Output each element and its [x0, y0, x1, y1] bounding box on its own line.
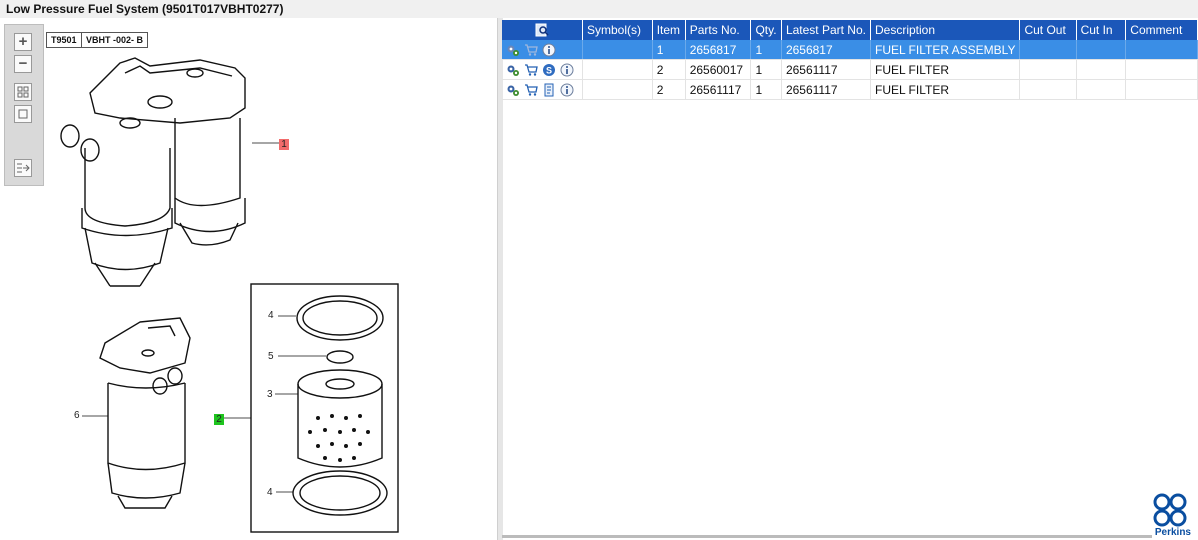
callout-4-top: 4 — [268, 310, 274, 321]
column-header-cut-in[interactable]: Cut In — [1076, 20, 1127, 40]
cell-cut-in — [1076, 40, 1127, 60]
cell-item: 2 — [652, 59, 686, 80]
callout-3: 3 — [267, 389, 273, 400]
minus-icon: − — [18, 55, 28, 72]
cell-parts-no: 26560017 — [685, 59, 752, 80]
cell-description: FUEL FILTER ASSEMBLY — [870, 40, 1021, 60]
cell-item: 1 — [652, 40, 686, 60]
cart-icon[interactable] — [524, 63, 538, 77]
fit-view-button[interactable] — [14, 83, 32, 101]
title-bar: Low Pressure Fuel System (9501T017VBHT02… — [0, 0, 1198, 18]
cell-comment — [1125, 40, 1198, 60]
page-title: Low Pressure Fuel System (9501T017VBHT02… — [6, 2, 284, 16]
table-row[interactable]: 1 2656817 1 2656817 FUEL FILTER ASSEMBLY — [502, 40, 1198, 60]
cell-description: FUEL FILTER — [870, 79, 1021, 100]
column-header-tools[interactable] — [502, 20, 583, 40]
zoom-out-button[interactable]: − — [14, 55, 32, 73]
document-icon[interactable] — [542, 83, 556, 97]
cell-symbols — [582, 79, 653, 100]
drawing-code-tag: VBHT -002- B — [81, 32, 149, 48]
cell-cut-out — [1019, 59, 1077, 80]
cell-qty: 1 — [750, 79, 782, 100]
hotspot-item-2[interactable]: 2 — [214, 414, 224, 425]
drawing-toolbar: + − — [4, 24, 44, 186]
cell-symbols — [582, 59, 653, 80]
cell-cut-in — [1076, 79, 1127, 100]
callout-5: 5 — [268, 351, 274, 362]
horizontal-scrollbar[interactable] — [502, 535, 1152, 538]
cell-symbols — [582, 40, 653, 60]
actual-size-button[interactable] — [14, 105, 32, 123]
svg-text:S: S — [546, 65, 552, 75]
table-header-row: Symbol(s) Item Parts No. Qty. Latest Par… — [502, 20, 1198, 40]
cell-comment — [1125, 79, 1198, 100]
table-row[interactable]: S 2 26560017 1 26561117 FUEL FILTER — [502, 59, 1198, 80]
zoom-in-button[interactable]: + — [14, 33, 32, 51]
callout-6: 6 — [74, 410, 80, 421]
square-icon — [18, 109, 28, 119]
cell-latest-part-no: 2656817 — [781, 40, 871, 60]
search-document-icon — [535, 23, 549, 37]
cell-latest-part-no: 26561117 — [781, 59, 871, 80]
cell-cut-out — [1019, 40, 1077, 60]
callout-4-bottom: 4 — [267, 487, 273, 498]
cell-cut-out — [1019, 79, 1077, 100]
cell-latest-part-no: 26561117 — [781, 79, 871, 100]
info-icon[interactable] — [560, 83, 574, 97]
row-tools — [502, 40, 583, 60]
parts-table: Symbol(s) Item Parts No. Qty. Latest Par… — [502, 20, 1198, 100]
info-icon[interactable] — [542, 43, 556, 57]
info-icon[interactable] — [560, 63, 574, 77]
hotspot-item-1[interactable]: 1 — [279, 139, 289, 150]
cell-item: 2 — [652, 79, 686, 100]
gears-icon[interactable] — [506, 43, 520, 57]
cart-icon[interactable] — [524, 83, 538, 97]
parts-list-pane: Symbol(s) Item Parts No. Qty. Latest Par… — [502, 18, 1198, 540]
cell-cut-in — [1076, 59, 1127, 80]
gears-icon[interactable] — [506, 63, 520, 77]
gears-icon[interactable] — [506, 83, 520, 97]
cell-parts-no: 2656817 — [685, 40, 752, 60]
column-header-symbols[interactable]: Symbol(s) — [582, 20, 653, 40]
row-tools: S — [502, 59, 583, 80]
column-header-qty[interactable]: Qty. — [750, 20, 782, 40]
cart-icon[interactable] — [524, 43, 538, 57]
brand-name: Perkins — [1154, 527, 1191, 538]
list-arrow-icon — [17, 163, 30, 173]
cell-qty: 1 — [750, 40, 782, 60]
column-header-parts-no[interactable]: Parts No. — [685, 20, 752, 40]
column-header-description[interactable]: Description — [870, 20, 1021, 40]
cell-comment — [1125, 59, 1198, 80]
plus-icon: + — [18, 33, 28, 50]
row-tools — [502, 79, 583, 100]
parts-illustration — [60, 57, 399, 533]
drawing-ref-tag: T9501 — [46, 32, 82, 48]
cell-qty: 1 — [750, 59, 782, 80]
drawing-pane[interactable]: + − T9501 VBHT -002- B 1 2 4 5 3 6 4 — [0, 18, 497, 540]
grid-icon — [17, 86, 29, 98]
cell-parts-no: 26561117 — [685, 79, 752, 100]
column-header-latest-part-no[interactable]: Latest Part No. — [781, 20, 871, 40]
column-header-item[interactable]: Item — [652, 20, 686, 40]
export-button[interactable] — [14, 159, 32, 177]
supersession-icon[interactable]: S — [542, 63, 556, 77]
cell-description: FUEL FILTER — [870, 59, 1021, 80]
column-header-comment[interactable]: Comment — [1125, 20, 1198, 40]
table-row[interactable]: 2 26561117 1 26561117 FUEL FILTER — [502, 79, 1198, 100]
column-header-cut-out[interactable]: Cut Out — [1019, 20, 1077, 40]
